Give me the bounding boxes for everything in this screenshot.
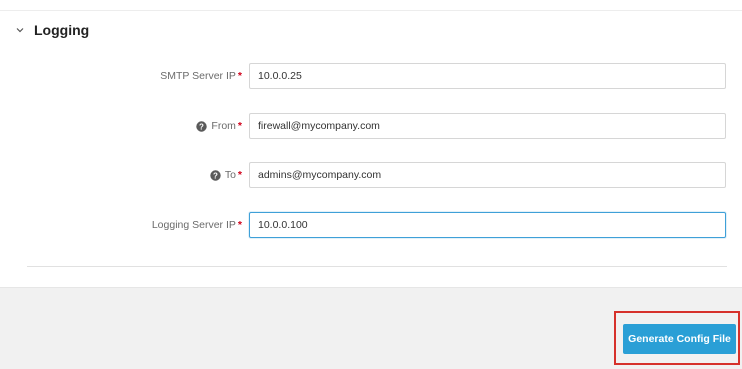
from-email-input[interactable] <box>249 113 726 139</box>
field-label: ? From * <box>196 113 242 139</box>
question-circle-icon[interactable]: ? <box>196 120 208 132</box>
field-label-text: SMTP Server IP <box>160 70 236 82</box>
top-divider <box>0 10 742 11</box>
question-circle-icon[interactable]: ? <box>210 169 221 181</box>
form-row-to: ? To * <box>0 162 742 188</box>
form-row-logging-server-ip: Logging Server IP * <box>0 212 742 238</box>
logging-section-header[interactable]: Logging <box>12 22 89 38</box>
required-indicator: * <box>237 120 242 132</box>
section-title: Logging <box>34 22 90 38</box>
to-email-input[interactable] <box>249 162 726 188</box>
required-indicator: * <box>237 169 242 181</box>
smtp-server-ip-input[interactable] <box>249 63 726 89</box>
section-divider <box>27 266 727 267</box>
svg-text:?: ? <box>213 171 218 180</box>
field-label-text: To <box>224 169 236 181</box>
form-row-smtp-server-ip: SMTP Server IP * <box>0 63 742 89</box>
required-indicator: * <box>237 70 242 82</box>
required-indicator: * <box>237 219 242 231</box>
chevron-down-icon[interactable] <box>12 22 28 38</box>
svg-text:?: ? <box>199 122 204 131</box>
field-label-text: Logging Server IP <box>151 219 236 231</box>
logging-server-ip-input[interactable] <box>249 212 726 238</box>
field-label-text: From <box>211 120 236 132</box>
field-label: SMTP Server IP * <box>160 63 242 89</box>
generate-config-file-button[interactable]: Generate Config File <box>623 324 736 354</box>
form-row-from: ? From * <box>0 113 742 139</box>
field-label: Logging Server IP * <box>152 212 242 238</box>
field-label: ? To * <box>210 162 242 188</box>
